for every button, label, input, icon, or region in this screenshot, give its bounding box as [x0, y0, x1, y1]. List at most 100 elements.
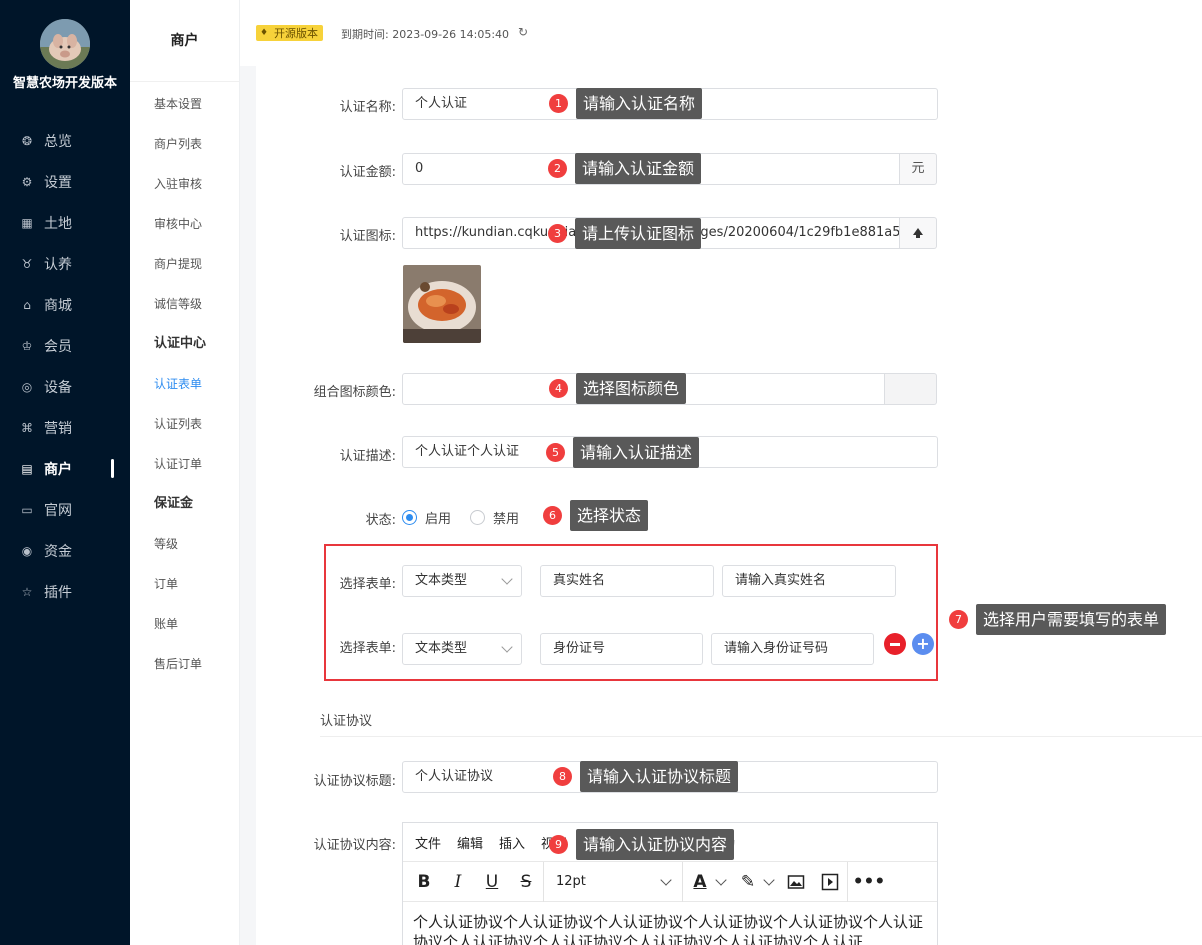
font-size-value: 12pt — [556, 874, 586, 889]
hint-number: 7 — [949, 610, 968, 629]
submenu-group-deposit: 保证金 — [154, 496, 194, 511]
nav-adopt[interactable]: ♉ 认养 — [0, 243, 130, 284]
refresh-icon[interactable]: ↻ — [518, 25, 528, 39]
hint-4: 4 选择图标颜色 — [549, 373, 687, 404]
submenu-item-cert-form[interactable]: 认证表单 — [130, 364, 239, 404]
select-form-label: 选择表单: — [339, 641, 396, 656]
hint-text: 请输入认证名称 — [576, 88, 703, 119]
nav-label: 设置 — [44, 174, 72, 191]
submenu-item-cert-list[interactable]: 认证列表 — [130, 404, 239, 444]
editor-toolbar: B I U S 12pt A ✎ ••• — [403, 861, 937, 902]
select-value: 文本类型 — [415, 641, 468, 656]
nav-merchant[interactable]: ▤ 商户 — [0, 448, 130, 489]
submenu-item-cert-orders[interactable]: 认证订单 — [130, 444, 239, 484]
radio-label: 启用 — [425, 512, 452, 527]
settings-icon: ⚙ — [21, 174, 33, 189]
submenu-item-withdraw[interactable]: 商户提现 — [130, 244, 239, 284]
strikethrough-icon[interactable]: S — [509, 862, 543, 902]
media-icon[interactable] — [813, 862, 847, 902]
funds-icon: ◉ — [21, 543, 33, 558]
plus-icon: + — [916, 634, 930, 653]
hint-text: 选择状态 — [570, 500, 649, 531]
more-icon[interactable]: ••• — [848, 862, 890, 902]
nav-land[interactable]: ▦ 土地 — [0, 202, 130, 243]
remove-row-button[interactable] — [884, 633, 906, 655]
image-icon[interactable] — [779, 862, 813, 902]
nav-funds[interactable]: ◉ 资金 — [0, 530, 130, 571]
submenu-item-basic-settings[interactable]: 基本设置 — [130, 84, 239, 124]
icon-preview-image — [403, 265, 481, 343]
color-picker[interactable] — [885, 373, 937, 405]
hint-6: 6 选择状态 — [543, 500, 649, 531]
agreement-title-label: 认证协议标题: — [313, 774, 396, 789]
nav-label: 资金 — [44, 543, 72, 560]
hint-text: 选择用户需要填写的表单 — [976, 604, 1167, 635]
icon-label: 认证图标: — [339, 229, 396, 244]
nav-label: 设备 — [44, 379, 72, 396]
section-divider — [320, 736, 1202, 737]
field-placeholder-input[interactable]: 请输入真实姓名 — [722, 565, 896, 597]
menu-insert[interactable]: 插入 — [499, 833, 525, 852]
field-placeholder-input[interactable]: 请输入身份证号码 — [711, 633, 874, 665]
radio-label: 禁用 — [493, 512, 520, 527]
amount-label: 认证金额: — [339, 165, 396, 180]
select-value: 文本类型 — [415, 573, 468, 588]
submenu-item-aftersale[interactable]: 售后订单 — [130, 644, 239, 684]
form-panel — [256, 66, 1202, 945]
nav-label: 官网 — [44, 502, 72, 519]
upload-button[interactable] — [900, 217, 937, 249]
italic-icon[interactable]: I — [441, 862, 475, 902]
hint-8: 8 请输入认证协议标题 — [553, 761, 739, 792]
nav-plugin[interactable]: ☆ 插件 — [0, 571, 130, 612]
website-icon: ▭ — [21, 502, 33, 517]
submenu-item-orders[interactable]: 订单 — [130, 564, 239, 604]
hint-text: 请输入认证协议标题 — [580, 761, 739, 792]
add-row-button[interactable]: + — [912, 633, 934, 655]
menu-edit[interactable]: 编辑 — [457, 833, 483, 852]
hint-number: 1 — [549, 94, 568, 113]
submenu-item-level[interactable]: 等级 — [130, 524, 239, 564]
chevron-down-icon — [501, 641, 513, 653]
submenu-item-credit-level[interactable]: 诚信等级 — [130, 284, 239, 324]
field-name-input[interactable]: 真实姓名 — [540, 565, 714, 597]
submenu-item-bills[interactable]: 账单 — [130, 604, 239, 644]
top-bar: ♦ 开源版本 到期时间: 2023-09-26 14:05:40 ↻ — [240, 0, 1202, 66]
field-name-input[interactable]: 身份证号 — [540, 633, 703, 665]
nav-label: 商城 — [44, 297, 72, 314]
submenu-item-review-center[interactable]: 审核中心 — [130, 204, 239, 244]
nav-device[interactable]: ◎ 设备 — [0, 366, 130, 407]
font-size-select[interactable]: 12pt — [544, 862, 682, 902]
nav-shop[interactable]: ⌂ 商城 — [0, 284, 130, 325]
highlight-color-icon[interactable]: ✎ — [731, 862, 779, 902]
status-disable-radio[interactable]: 禁用 — [470, 508, 519, 527]
hint-number: 2 — [548, 159, 567, 178]
submenu-item-merchant-list[interactable]: 商户列表 — [130, 124, 239, 164]
underline-icon[interactable]: U — [475, 862, 509, 902]
status-enable-radio[interactable]: 启用 — [402, 508, 451, 527]
avatar[interactable] — [40, 19, 90, 69]
field-type-select[interactable]: 文本类型 — [402, 565, 522, 597]
chevron-down-icon — [763, 873, 775, 886]
submenu-item-entry-review[interactable]: 入驻审核 — [130, 164, 239, 204]
content-area — [240, 66, 1202, 945]
text-color-icon[interactable]: A — [683, 862, 731, 902]
nav-label: 总览 — [44, 133, 72, 150]
editor-content[interactable]: 个人认证协议个人认证协议个人认证协议个人认证协议个人认证协议个人认证协议个人认证… — [403, 902, 937, 945]
crown-icon: ♔ — [21, 338, 33, 353]
hint-2: 2 请输入认证金额 — [548, 153, 702, 184]
field-type-select[interactable]: 文本类型 — [402, 633, 522, 665]
nav-settings[interactable]: ⚙ 设置 — [0, 161, 130, 202]
bold-icon[interactable]: B — [407, 862, 441, 902]
hint-number: 9 — [549, 835, 568, 854]
nav-website[interactable]: ▭ 官网 — [0, 489, 130, 530]
nav-label: 插件 — [44, 584, 72, 601]
marketing-icon: ⌘ — [21, 420, 33, 435]
submenu-group-certification: 认证中心 — [154, 336, 207, 351]
land-icon: ▦ — [21, 215, 33, 230]
menu-file[interactable]: 文件 — [415, 833, 441, 852]
nav-member[interactable]: ♔ 会员 — [0, 325, 130, 366]
nav-marketing[interactable]: ⌘ 营销 — [0, 407, 130, 448]
hint-number: 5 — [546, 443, 565, 462]
nav-overview[interactable]: ❂ 总览 — [0, 120, 130, 161]
chevron-down-icon — [501, 573, 513, 585]
